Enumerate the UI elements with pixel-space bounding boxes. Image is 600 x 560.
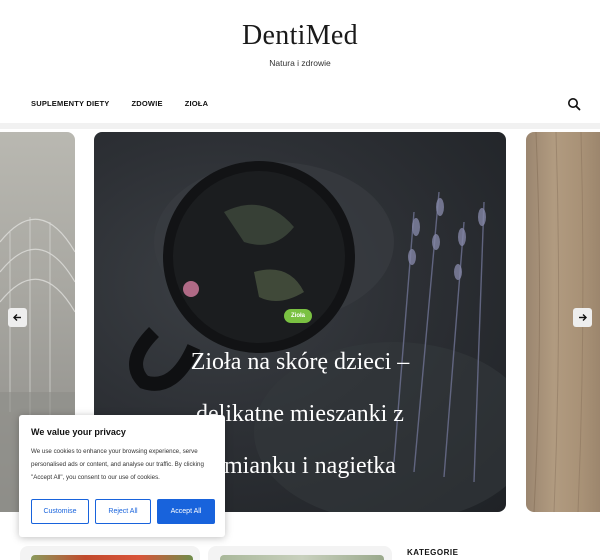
nav-item-ziola[interactable]: ZIOŁA [185, 96, 209, 112]
sidebar-categories-heading: KATEGORIE [407, 548, 459, 557]
nav-item-zdowie[interactable]: ZDOWIE [132, 96, 163, 112]
slider-next-button[interactable] [573, 308, 592, 327]
arrow-right-icon [579, 314, 587, 321]
main-nav: SUPLEMENTY DIETY ZDOWIE ZIOŁA [31, 96, 208, 112]
header-divider [0, 123, 600, 129]
site-title[interactable]: DentiMed [0, 20, 600, 52]
slider-prev-button[interactable] [8, 308, 27, 327]
site-tagline: Natura i zdrowie [269, 58, 331, 68]
cookie-consent-banner: We value your privacy We use cookies to … [19, 415, 225, 537]
cookie-banner-text: We use cookies to enhance your browsing … [31, 448, 204, 481]
post-card-image[interactable] [31, 555, 193, 560]
cookie-banner-title: We value your privacy [31, 427, 126, 437]
customise-button[interactable]: Customise [31, 499, 89, 524]
post-card-image[interactable] [220, 555, 384, 560]
search-icon [568, 98, 581, 111]
category-badge[interactable]: Zioła [284, 309, 313, 323]
nav-item-suplementy-diety[interactable]: SUPLEMENTY DIETY [31, 96, 110, 112]
reject-all-button[interactable]: Reject All [95, 499, 151, 524]
arrow-left-icon [13, 314, 21, 321]
accept-all-button[interactable]: Accept All [157, 499, 215, 524]
cookie-button-group: Customise Reject All Accept All [31, 499, 215, 524]
search-button[interactable] [566, 96, 582, 112]
